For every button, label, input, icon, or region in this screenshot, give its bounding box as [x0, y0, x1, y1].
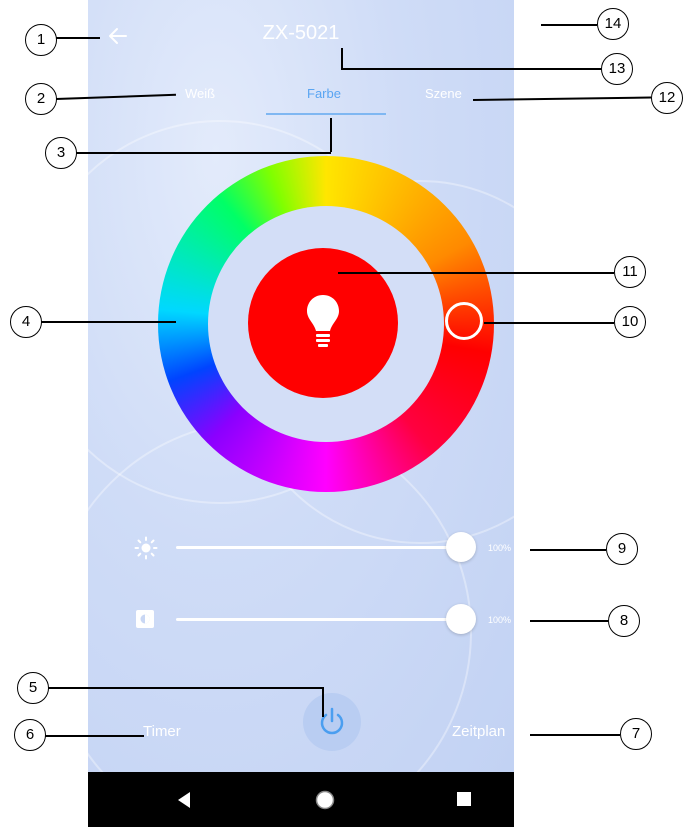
callout-leader-line: [56, 37, 100, 39]
power-button[interactable]: [303, 693, 361, 751]
callout-6: 6: [14, 719, 46, 751]
light-bulb-icon: [307, 295, 339, 347]
active-tab-indicator: [266, 113, 386, 115]
callout-8: 8: [608, 605, 640, 637]
callout-3: 3: [45, 137, 77, 169]
callout-leader-line: [338, 272, 614, 274]
saturation-slider-thumb[interactable]: [446, 604, 476, 634]
tab-szene[interactable]: Szene: [425, 86, 462, 101]
device-title: ZX-5021: [262, 22, 340, 44]
app-screen: ZX-5021 Weiß Farbe Szene 100% 100% Timer…: [88, 0, 514, 772]
brightness-value: 100%: [488, 543, 512, 553]
callout-leader-line: [75, 152, 331, 154]
saturation-icon: [136, 610, 154, 628]
callout-leader-line: [330, 118, 332, 152]
accessibility-icon[interactable]: [528, 787, 548, 811]
callout-leader-line: [40, 321, 176, 323]
nav-recents-icon[interactable]: [456, 791, 472, 807]
power-icon: [320, 707, 344, 735]
callout-leader-line: [530, 734, 620, 736]
callout-leader-line: [44, 735, 144, 737]
callout-11: 11: [614, 256, 646, 288]
callout-9: 9: [606, 533, 638, 565]
callout-7: 7: [620, 718, 652, 750]
color-selector-handle[interactable]: [445, 302, 483, 340]
schedule-button[interactable]: Zeitplan: [452, 723, 505, 740]
saturation-slider-track[interactable]: [176, 618, 463, 621]
brightness-sun-icon: [134, 536, 158, 560]
android-navigation-bar: [88, 772, 548, 827]
brightness-slider-thumb[interactable]: [446, 532, 476, 562]
callout-5: 5: [17, 672, 49, 704]
callout-2: 2: [25, 83, 57, 115]
callout-1: 1: [25, 24, 57, 56]
callout-4: 4: [10, 306, 42, 338]
callout-leader-line: [541, 24, 597, 26]
callout-13: 13: [601, 53, 633, 85]
callout-leader-line: [341, 68, 601, 70]
tab-weiss[interactable]: Weiß: [185, 86, 215, 101]
brightness-slider-track[interactable]: [176, 546, 463, 549]
timer-button[interactable]: Timer: [143, 723, 181, 740]
callout-leader-line: [48, 687, 323, 689]
callout-leader-line: [322, 687, 324, 717]
tab-farbe[interactable]: Farbe: [307, 86, 341, 101]
callout-leader-line: [341, 48, 343, 69]
saturation-value: 100%: [488, 615, 512, 625]
callout-10: 10: [614, 306, 646, 338]
nav-home-icon[interactable]: [314, 789, 336, 811]
callout-12: 12: [651, 82, 683, 114]
callout-14: 14: [597, 8, 629, 40]
color-preview-button[interactable]: [248, 248, 398, 398]
nav-back-icon[interactable]: [176, 791, 192, 809]
callout-leader-line: [530, 549, 606, 551]
callout-leader-line: [530, 620, 608, 622]
callout-leader-line: [484, 322, 614, 324]
